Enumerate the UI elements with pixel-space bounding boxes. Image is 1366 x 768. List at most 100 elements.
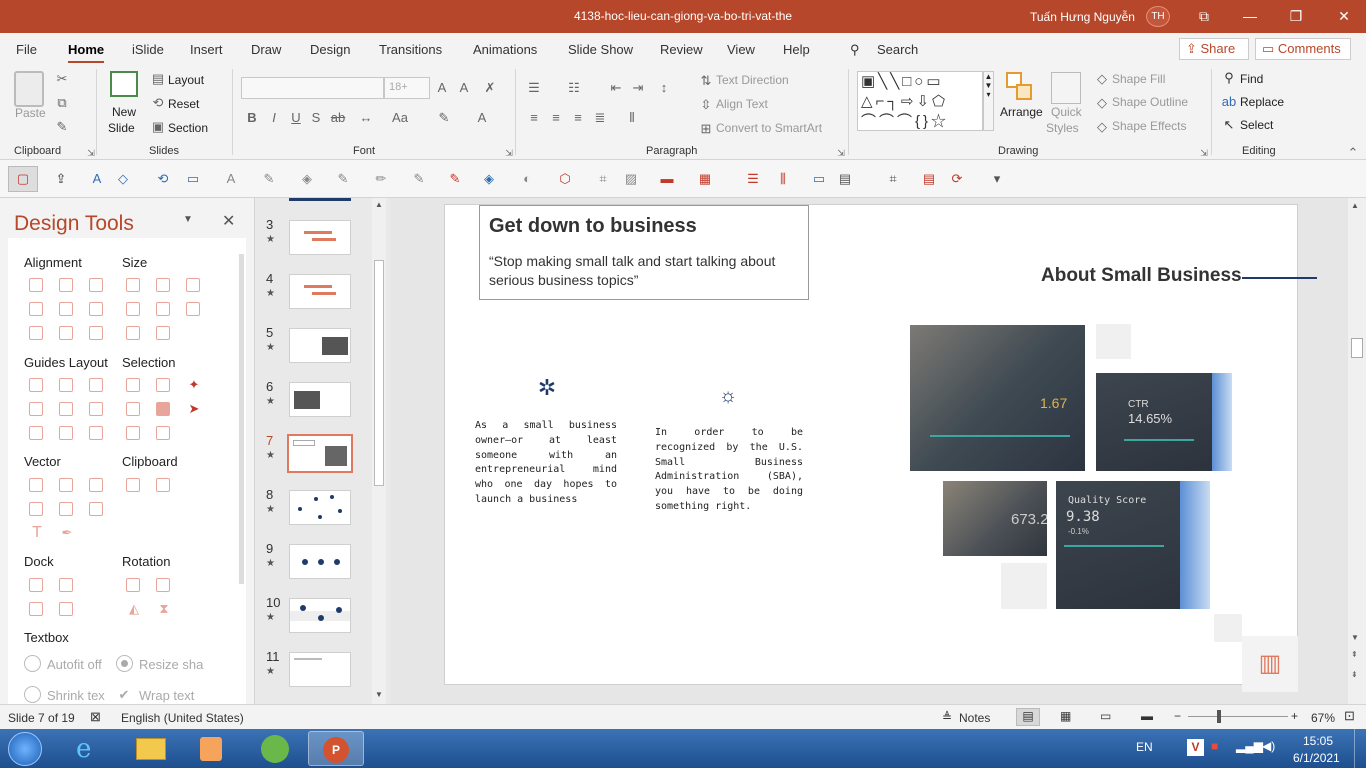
dashboard-photo-3[interactable]: 673.2: [943, 481, 1047, 556]
find-icon[interactable]: ⚲: [1221, 70, 1237, 86]
shapes-gallery[interactable]: ▣╲╲□○▭ △⌐┐⇨⇩⬠ ⌒⌒⌒{}☆: [857, 71, 983, 131]
increase-font-icon[interactable]: A: [434, 80, 450, 96]
ie-taskbar-icon[interactable]: e: [62, 731, 118, 766]
shapes-gallery-scroll[interactable]: ▲ ▼ ▾: [983, 71, 994, 131]
input-language[interactable]: EN: [1136, 740, 1153, 754]
powerpoint-taskbar-icon[interactable]: P: [308, 731, 364, 766]
clear-format-icon[interactable]: ✗: [482, 80, 498, 96]
dashboard-photo-4[interactable]: Quality Score 9.38 -0.1%: [1056, 481, 1210, 609]
vector-subtract-icon[interactable]: [59, 502, 73, 516]
swap-size-icon[interactable]: [186, 302, 200, 316]
slide-sorter-icon[interactable]: ▦: [1060, 709, 1071, 723]
paragraph-launcher-icon[interactable]: ⇲: [833, 145, 849, 161]
guide-right-icon[interactable]: [89, 378, 103, 392]
align-bottom-icon[interactable]: [89, 302, 103, 316]
extend-left-icon[interactable]: [126, 326, 140, 340]
thumbnail-slide-8[interactable]: [289, 490, 351, 525]
new-slide-icon[interactable]: [110, 71, 138, 97]
change-case-icon[interactable]: Aa: [392, 110, 408, 126]
comments-button[interactable]: ▭ Comments: [1255, 38, 1351, 60]
tab-islide[interactable]: iSlide: [132, 42, 164, 57]
more-icon[interactable]: ▾: [988, 171, 1006, 187]
distribute-horizontal-icon[interactable]: [29, 326, 43, 340]
media-player-taskbar-icon[interactable]: [182, 731, 238, 766]
wrap-text-checkbox[interactable]: ✔: [116, 687, 132, 703]
decrease-indent-icon[interactable]: ⇤: [608, 80, 624, 96]
distribute-grid-icon[interactable]: [89, 326, 103, 340]
guide-left-icon[interactable]: [29, 378, 43, 392]
shrink-text-radio[interactable]: [24, 686, 41, 703]
numbering-icon[interactable]: ☷: [566, 80, 582, 96]
guide-bottom-icon[interactable]: [89, 402, 103, 416]
align-icon[interactable]: ▬: [658, 171, 676, 187]
tab-design[interactable]: Design: [310, 42, 350, 57]
drawing-launcher-icon[interactable]: ⇲: [1196, 145, 1212, 161]
magic-wand-icon[interactable]: ✦: [186, 377, 202, 393]
pane-scrollbar[interactable]: [239, 254, 244, 584]
dashboard-photo-1[interactable]: 1.67: [910, 325, 1085, 471]
collapse-ribbon-icon[interactable]: ⌃: [1345, 145, 1361, 161]
minimize-icon[interactable]: —: [1240, 6, 1260, 26]
layout-button[interactable]: Layout: [168, 73, 204, 87]
text-to-vector-icon[interactable]: T: [29, 525, 45, 541]
fit-width-icon[interactable]: [126, 302, 140, 316]
style-icon[interactable]: ⬡: [556, 171, 574, 187]
shape-outline-icon[interactable]: ◇: [1094, 95, 1110, 111]
thumbnail-slide-10[interactable]: [289, 598, 351, 633]
paste-button[interactable]: Paste: [15, 106, 46, 120]
thumbnail-slide-5[interactable]: [289, 328, 351, 363]
vector-outline-icon[interactable]: [89, 502, 103, 516]
select-same-size-icon[interactable]: [126, 426, 140, 440]
flip-horizontal-icon[interactable]: ◭: [126, 601, 142, 617]
align-right-icon[interactable]: [89, 278, 103, 292]
new-slide-label-1[interactable]: New: [112, 105, 136, 119]
tab-draw[interactable]: Draw: [251, 42, 281, 57]
user-name[interactable]: Tuấn Hưng Nguyễn: [1030, 10, 1135, 24]
cut-icon[interactable]: ✂: [54, 71, 70, 87]
zoom-level[interactable]: 67%: [1311, 711, 1335, 725]
format-painter-icon[interactable]: ✎: [54, 119, 70, 135]
align-middle-icon[interactable]: [59, 302, 73, 316]
eyedropper-line-icon[interactable]: ✎: [410, 171, 428, 187]
close-pane-icon[interactable]: ✕: [222, 211, 235, 231]
resize-shape-radio[interactable]: [116, 655, 133, 672]
guide-middle-icon[interactable]: [59, 402, 73, 416]
decrease-font-icon[interactable]: A: [456, 80, 472, 96]
image-icon[interactable]: ▭: [184, 171, 202, 187]
quick-styles-label-1[interactable]: Quick: [1051, 105, 1082, 119]
editor-scrollbar[interactable]: ▲ ▼ ⇞ ⇟: [1348, 198, 1366, 704]
pointer-icon[interactable]: ➤: [186, 401, 202, 417]
italic-icon[interactable]: I: [266, 110, 282, 126]
shape-fill-icon[interactable]: ◇: [1094, 71, 1110, 87]
char-spacing-icon[interactable]: ↔: [358, 110, 374, 126]
eyedropper-fill-icon[interactable]: ✎: [334, 171, 352, 187]
dock-right-icon[interactable]: [59, 578, 73, 592]
clock-date[interactable]: 6/1/2021: [1293, 751, 1340, 765]
reading-view-icon[interactable]: ▭: [1100, 709, 1111, 723]
paste-position-icon[interactable]: [156, 478, 170, 492]
refresh-icon[interactable]: ⟳: [948, 171, 966, 187]
thumbnail-slide-6[interactable]: [289, 382, 351, 417]
tab-file[interactable]: File: [16, 42, 37, 57]
align-top-icon[interactable]: [29, 302, 43, 316]
sync-icon[interactable]: ⟲: [154, 171, 172, 187]
ribbon-display-icon[interactable]: ⧉: [1194, 6, 1214, 26]
vector-combine-icon[interactable]: [59, 478, 73, 492]
reset-button[interactable]: Reset: [168, 97, 199, 111]
bullets-icon[interactable]: ☰: [526, 80, 542, 96]
tray-alert-icon[interactable]: ■: [1211, 739, 1218, 753]
distribute-icon[interactable]: ⫼: [774, 171, 792, 187]
start-button[interactable]: [8, 732, 42, 766]
quick-styles-label-2[interactable]: Styles: [1046, 121, 1079, 135]
increase-indent-icon[interactable]: ⇥: [630, 80, 646, 96]
thumbnail-slide-3[interactable]: [289, 220, 351, 255]
clock-time[interactable]: 15:05: [1303, 734, 1333, 748]
align-center-icon[interactable]: [59, 278, 73, 292]
columns-icon[interactable]: ⫴: [624, 110, 640, 126]
islide-chart-icon[interactable]: ▥: [1242, 636, 1298, 692]
show-desktop-button[interactable]: [1354, 729, 1366, 768]
select-group-icon[interactable]: [156, 378, 170, 392]
text-direction-button[interactable]: Text Direction: [716, 73, 789, 87]
align-text-button[interactable]: Align Text: [716, 97, 768, 111]
shape-outline-button[interactable]: Shape Outline: [1112, 95, 1188, 109]
